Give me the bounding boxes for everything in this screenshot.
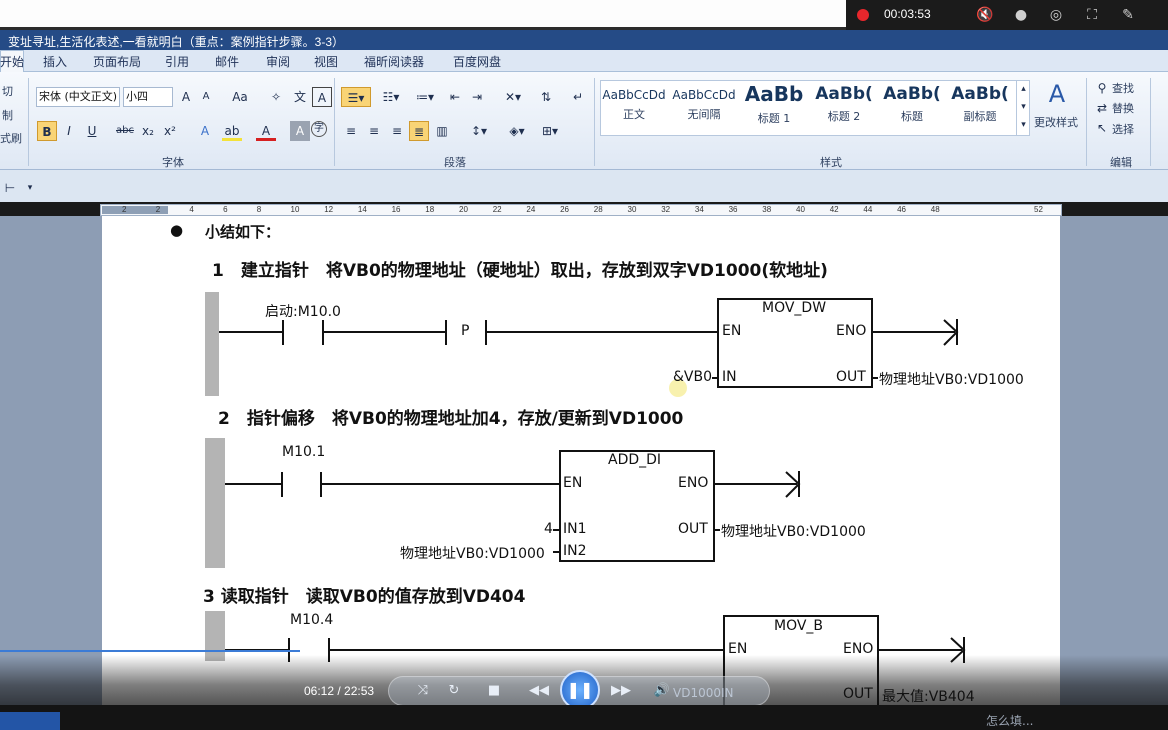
- ladder2-en: EN: [563, 475, 583, 491]
- stop-icon[interactable]: ■: [484, 681, 504, 701]
- ladder1-en: EN: [722, 323, 742, 339]
- ladder2-contact-label: M10.1: [282, 444, 326, 460]
- ladder1-in-value: &VB0: [673, 369, 713, 385]
- video-time: 06:12 / 22:53: [304, 684, 375, 698]
- ladder1-box-title: MOV_DW: [762, 300, 827, 316]
- shuffle-icon[interactable]: ⤨: [413, 681, 433, 701]
- ladder2-in2-value: 物理地址VB0:VD1000: [400, 546, 545, 562]
- ladder2-in1: IN1: [563, 521, 587, 537]
- ladder2-box-title: ADD_DI: [608, 452, 662, 468]
- power-rail-1: [205, 292, 219, 396]
- taskbar-app[interactable]: [0, 712, 60, 730]
- ladder3-in-value: VD1000: [673, 686, 721, 700]
- rewind-icon[interactable]: ◀◀: [526, 681, 552, 701]
- fast-forward-icon[interactable]: ▶▶: [608, 681, 634, 701]
- ladder3-out: OUT: [843, 686, 873, 702]
- repeat-icon[interactable]: ↻: [444, 681, 464, 701]
- ladder2-in1-value: 4: [544, 521, 553, 537]
- pause-button[interactable]: ❚❚: [560, 670, 600, 710]
- power-rail-2: [205, 438, 225, 568]
- ladder1-out: OUT: [836, 369, 866, 385]
- ladder1-contact-label: 启动:M10.0: [265, 304, 341, 320]
- ladder2-in2: IN2: [563, 543, 587, 559]
- power-rail-3: [205, 611, 225, 661]
- ladder3-box-title: MOV_B: [774, 618, 824, 634]
- ladder1-out-value: 物理地址VB0:VD1000: [879, 372, 1024, 388]
- ladder1-eno: ENO: [836, 323, 867, 339]
- ladder2-out: OUT: [678, 521, 708, 537]
- ladder3-contact-label: M10.4: [290, 612, 334, 628]
- ladder2-out-value: 物理地址VB0:VD1000: [721, 524, 866, 540]
- ladder3-in: IN: [721, 686, 734, 700]
- ladder1-p-label: P: [461, 323, 470, 339]
- video-progress-bar[interactable]: [0, 650, 300, 652]
- taskbar-hint: 怎么填...: [986, 714, 1034, 728]
- ladder3-out-value: 最大值:VB404: [882, 689, 975, 705]
- ladder2-eno: ENO: [678, 475, 709, 491]
- ladder1-in: IN: [722, 369, 737, 385]
- volume-icon[interactable]: 🔊: [652, 681, 672, 701]
- ladder-diagrams: [205, 292, 966, 711]
